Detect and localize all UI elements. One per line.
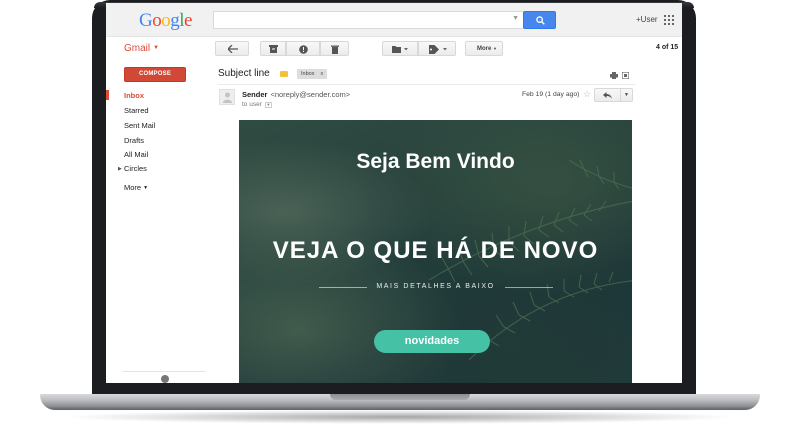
email-title: Seja Bem Vindo <box>356 150 515 173</box>
sender-name: Sender <box>242 90 268 99</box>
apps-grid-icon[interactable] <box>664 15 674 25</box>
sidebar-item-drafts[interactable]: Drafts <box>124 136 144 145</box>
recipient-line[interactable]: to user ▼ <box>242 101 272 108</box>
sidebar-item-starred[interactable]: Starred <box>124 106 149 115</box>
remove-tag-icon[interactable]: x <box>320 71 323 77</box>
laptop-mockup: Google ▼ +User Gmail ▼ More ▼ 4 of 15 CO… <box>0 0 800 439</box>
header-divider <box>218 84 636 85</box>
gmail-menu[interactable]: Gmail ▼ <box>124 43 159 54</box>
move-to-button[interactable] <box>382 41 418 56</box>
folder-icon <box>392 46 408 53</box>
search-button[interactable] <box>523 11 556 29</box>
avatar <box>219 89 235 105</box>
active-nav-indicator <box>106 90 109 100</box>
email-heading: VEJA O QUE HÁ DE NOVO <box>272 237 599 264</box>
chevron-down-icon: ▼ <box>143 185 149 191</box>
message-date: Feb 19 (1 day ago) <box>522 91 580 98</box>
new-window-icon[interactable] <box>622 72 629 79</box>
label-tag-icon <box>429 45 447 54</box>
back-arrow-icon <box>228 45 238 53</box>
user-link[interactable]: +User <box>636 15 658 24</box>
novidades-button[interactable]: novidades <box>374 330 490 353</box>
important-label-icon[interactable] <box>280 71 288 77</box>
inbox-tag[interactable]: Inbox x <box>297 69 328 79</box>
more-actions-label: More <box>477 46 492 52</box>
reply-icon <box>603 92 612 99</box>
email-subheading: MAIS DETALHES A BAIXO <box>376 283 495 290</box>
chevron-down-icon: ▼ <box>493 46 497 51</box>
sidebar-item-inbox[interactable]: Inbox <box>124 91 144 100</box>
expand-arrow-icon[interactable]: ▶ <box>118 166 122 172</box>
hangouts-icon[interactable] <box>161 375 169 383</box>
sidebar-more-label: More <box>124 183 142 192</box>
reply-options-button[interactable]: ▼ <box>620 88 633 102</box>
labels-button[interactable] <box>418 41 456 56</box>
reply-button[interactable] <box>594 88 621 102</box>
sender: Sender <noreply@sender.com> <box>242 90 350 99</box>
search-icon <box>536 16 545 25</box>
delete-button[interactable] <box>320 41 349 56</box>
sidebar-item-circles[interactable]: Circles <box>124 164 147 173</box>
sidebar-item-sent-mail[interactable]: Sent Mail <box>124 121 155 130</box>
spam-icon <box>299 45 308 54</box>
print-icon[interactable] <box>610 72 618 79</box>
sidebar-more[interactable]: More ▼ <box>124 183 148 192</box>
gmail-menu-label: Gmail <box>124 43 151 54</box>
archive-button[interactable] <box>260 41 286 56</box>
sidebar-item-all-mail[interactable]: All Mail <box>124 150 148 159</box>
chevron-down-icon: ▼ <box>153 45 160 51</box>
sender-email: <noreply@sender.com> <box>270 90 351 99</box>
divider-right <box>505 287 553 288</box>
more-actions-button[interactable]: More ▼ <box>465 41 503 56</box>
message-subject: Subject line <box>218 68 270 79</box>
pagination-count: 4 of 15 <box>656 44 679 51</box>
chevron-down-icon[interactable]: ▼ <box>264 102 272 108</box>
search-input[interactable]: ▼ <box>213 11 524 29</box>
compose-button[interactable]: COMPOSE <box>124 67 186 82</box>
laptop-notch <box>330 394 470 400</box>
laptop-screen: Google ▼ +User Gmail ▼ More ▼ 4 of 15 CO… <box>106 3 682 383</box>
star-icon[interactable]: ☆ <box>583 89 591 100</box>
person-icon <box>223 92 232 103</box>
back-button[interactable] <box>215 41 249 56</box>
recipient-label: to user <box>242 101 262 108</box>
laptop-shadow <box>60 410 740 424</box>
email-hero-banner: Seja Bem Vindo VEJA O QUE HÁ DE NOVO MAI… <box>239 120 632 383</box>
chevron-down-icon: ▼ <box>624 92 629 98</box>
sidebar-divider <box>122 371 206 372</box>
report-spam-button[interactable] <box>286 41 320 56</box>
trash-icon <box>331 45 339 54</box>
google-logo[interactable]: Google <box>139 10 192 32</box>
inbox-tag-label: Inbox <box>301 71 315 77</box>
archive-icon <box>269 45 278 53</box>
search-options-icon[interactable]: ▼ <box>512 15 519 22</box>
